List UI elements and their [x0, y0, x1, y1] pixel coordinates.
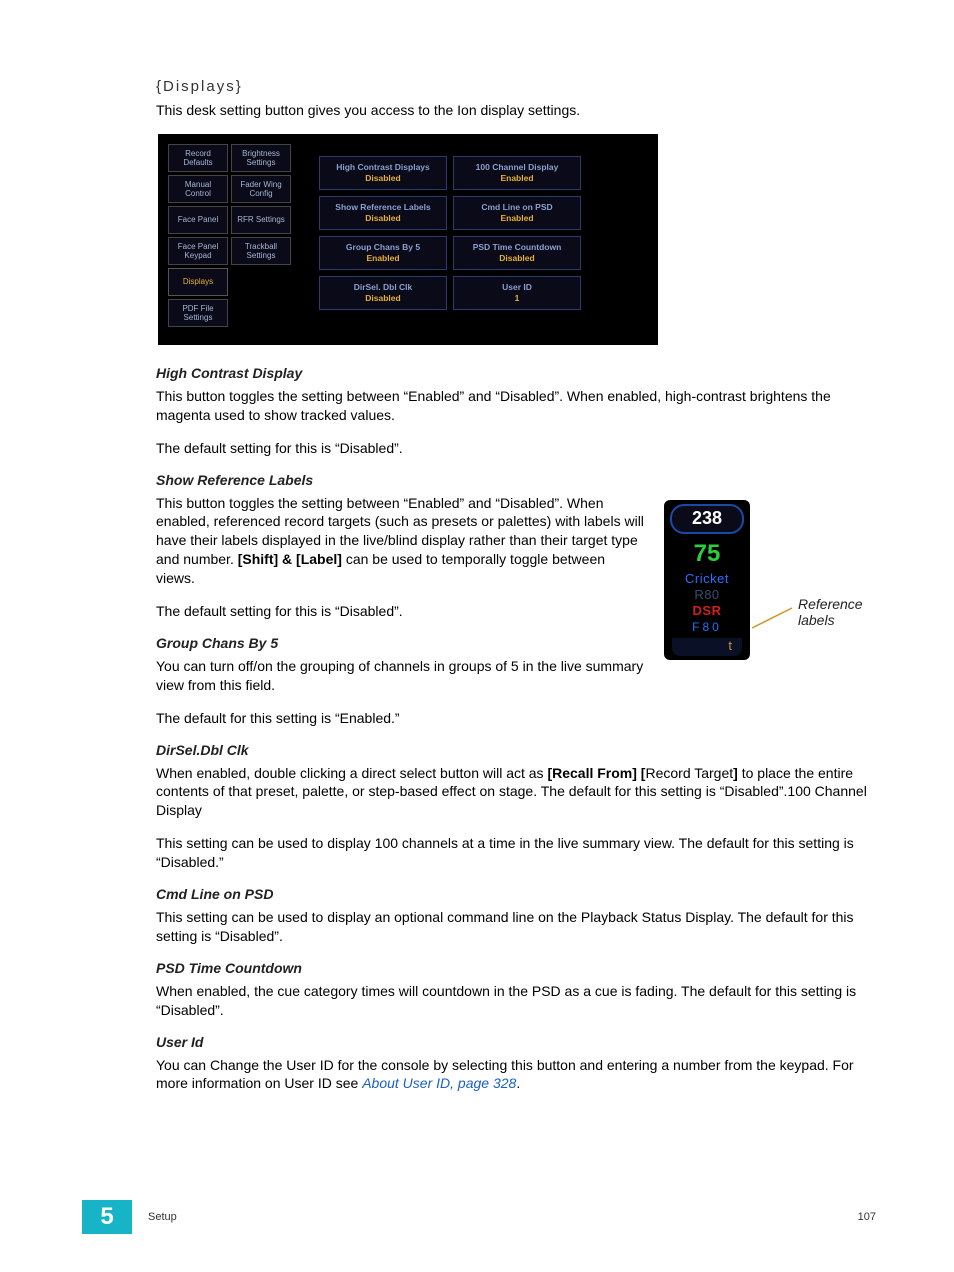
option-value: Enabled — [500, 213, 533, 224]
footer-section: Setup — [148, 1211, 177, 1223]
heading-cmd-line-psd: Cmd Line on PSD — [156, 886, 874, 902]
setting-option[interactable]: Cmd Line on PSDEnabled — [453, 196, 581, 230]
dsdc-p2: This setting can be used to display 100 … — [156, 834, 874, 872]
settings-tab[interactable]: Fader Wing Config — [231, 175, 291, 203]
option-label: PSD Time Countdown — [473, 242, 562, 253]
heading-user-id: User Id — [156, 1034, 874, 1050]
heading-show-ref-labels: Show Reference Labels — [156, 472, 874, 488]
settings-tab[interactable]: Brightness Settings — [231, 144, 291, 172]
dsdc-p1: When enabled, double clicking a direct s… — [156, 764, 874, 821]
uid-p1: You can Change the User ID for the conso… — [156, 1056, 874, 1094]
settings-tab[interactable]: Trackball Settings — [231, 237, 291, 265]
clp-p1: This setting can be used to display an o… — [156, 908, 874, 946]
reference-labels-figure: 238 75 Cricket R80 DSR F80 Reference lab… — [664, 500, 874, 660]
tab-column: Record DefaultsBrightness SettingsManual… — [168, 144, 291, 327]
option-value: Disabled — [499, 253, 534, 264]
option-value: 1 — [515, 293, 520, 304]
setting-option[interactable]: PSD Time CountdownDisabled — [453, 236, 581, 270]
option-value: Disabled — [365, 213, 400, 224]
callout-arrow-icon — [750, 604, 794, 632]
setting-option[interactable]: DirSel. Dbl ClkDisabled — [319, 276, 447, 310]
settings-tab[interactable]: Face Panel Keypad — [168, 237, 228, 265]
setting-option[interactable]: Show Reference LabelsDisabled — [319, 196, 447, 230]
heading-dirsel-dblclk: DirSel.Dbl Clk — [156, 742, 874, 758]
settings-tab[interactable]: Record Defaults — [168, 144, 228, 172]
srl-p2: The default setting for this is “Disable… — [156, 602, 646, 621]
ref-f80: F80 — [692, 620, 722, 634]
callout-text: Reference labels — [798, 596, 888, 628]
dsdc-p1a: When enabled, double clicking a direct s… — [156, 765, 547, 781]
section-heading-displays: {Displays} — [156, 78, 874, 95]
option-label: Show Reference Labels — [335, 202, 430, 213]
hcd-p1: This button toggles the setting between … — [156, 387, 874, 425]
user-id-link[interactable]: About User ID, page 328 — [362, 1075, 516, 1091]
settings-tab[interactable]: Displays — [168, 268, 228, 296]
settings-tab[interactable]: Manual Control — [168, 175, 228, 203]
settings-tab[interactable]: PDF File Settings — [168, 299, 228, 327]
channel-cell: 238 75 Cricket R80 DSR F80 — [664, 500, 750, 660]
ref-cricket: Cricket — [685, 572, 729, 586]
heading-group-chans: Group Chans By 5 — [156, 635, 646, 651]
page-number: 107 — [858, 1211, 876, 1223]
option-value: Enabled — [366, 253, 399, 264]
chapter-number: 5 — [82, 1200, 132, 1234]
channel-level: 75 — [694, 540, 721, 568]
page-footer: 5 Setup 107 — [82, 1200, 876, 1234]
heading-psd-time-countdown: PSD Time Countdown — [156, 960, 874, 976]
option-value: Disabled — [365, 173, 400, 184]
figure-callout: Reference labels — [750, 604, 888, 632]
heading-high-contrast: High Contrast Display — [156, 365, 874, 381]
setting-option[interactable]: High Contrast DisplaysDisabled — [319, 156, 447, 190]
setting-option[interactable]: Group Chans By 5Enabled — [319, 236, 447, 270]
intro-text: This desk setting button gives you acces… — [156, 101, 874, 120]
dsdc-p1b: [Recall From] [ — [547, 765, 645, 781]
displays-settings-screenshot: Record DefaultsBrightness SettingsManual… — [158, 134, 658, 345]
ref-dsr: DSR — [693, 604, 722, 618]
option-label: User ID — [502, 282, 532, 293]
channel-number: 238 — [670, 504, 744, 534]
setting-option[interactable]: 100 Channel DisplayEnabled — [453, 156, 581, 190]
option-label: Group Chans By 5 — [346, 242, 420, 253]
gcb5-p1: You can turn off/on the grouping of chan… — [156, 657, 646, 695]
settings-tab[interactable]: Face Panel — [168, 206, 228, 234]
option-label: 100 Channel Display — [476, 162, 559, 173]
option-label: Cmd Line on PSD — [481, 202, 552, 213]
ref-r80: R80 — [694, 588, 719, 602]
options-grid: High Contrast DisplaysDisabled100 Channe… — [319, 144, 581, 327]
dsdc-p1c: Record Target — [645, 765, 733, 781]
hcd-p2: The default setting for this is “Disable… — [156, 439, 874, 458]
srl-p1b: [Shift] & [Label] — [238, 551, 342, 567]
settings-tab[interactable]: RFR Settings — [231, 206, 291, 234]
ptc-p1: When enabled, the cue category times wil… — [156, 982, 874, 1020]
channel-footer — [672, 638, 742, 656]
option-value: Enabled — [500, 173, 533, 184]
setting-option[interactable]: User ID1 — [453, 276, 581, 310]
srl-p1: This button toggles the setting between … — [156, 494, 646, 588]
option-label: High Contrast Displays — [336, 162, 430, 173]
gcb5-p2: The default for this setting is “Enabled… — [156, 709, 874, 728]
option-label: DirSel. Dbl Clk — [354, 282, 413, 293]
option-value: Disabled — [365, 293, 400, 304]
uid-p1b: . — [516, 1075, 520, 1091]
